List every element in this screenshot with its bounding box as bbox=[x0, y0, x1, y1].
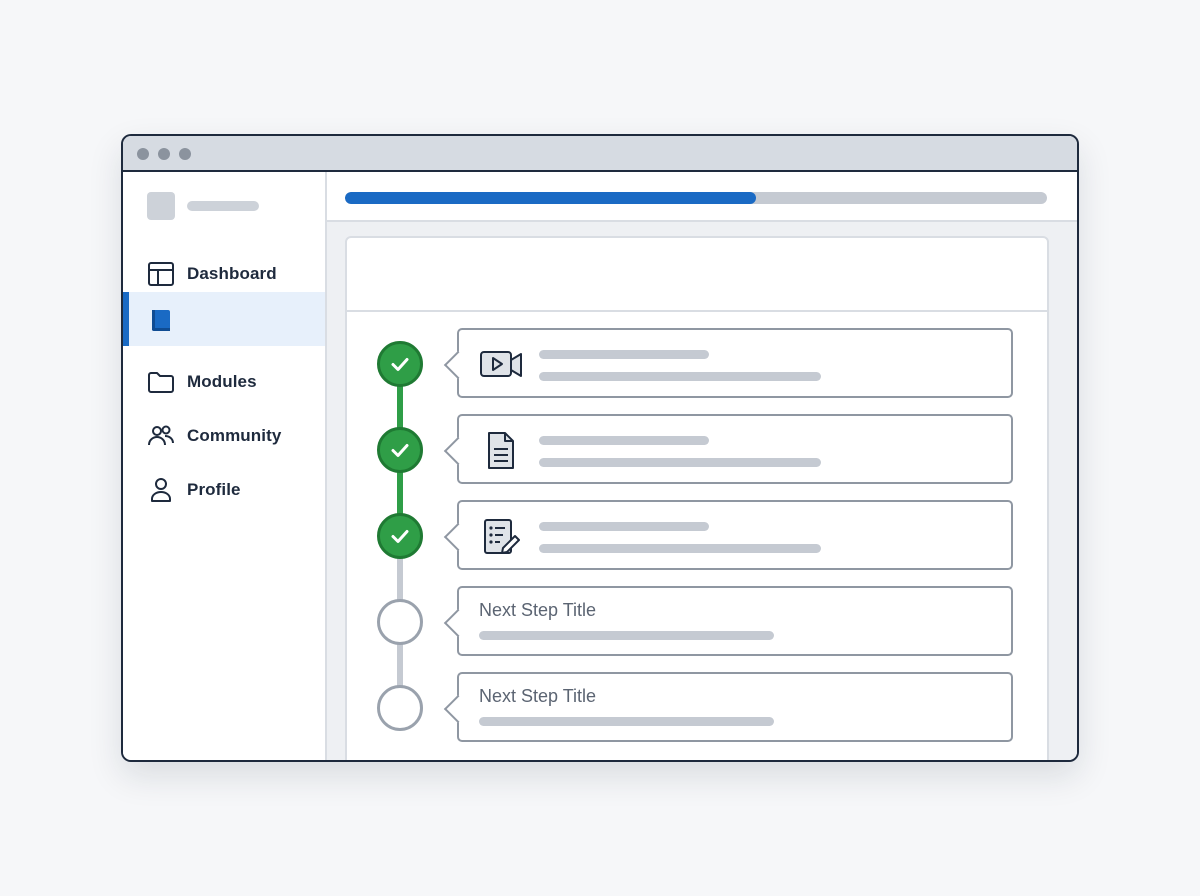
step-description-placeholder bbox=[479, 631, 774, 640]
step-card-document[interactable] bbox=[443, 414, 1013, 484]
step-status-completed bbox=[377, 427, 423, 473]
user-icon bbox=[151, 478, 171, 502]
checkmark-icon bbox=[391, 530, 409, 543]
step-title-placeholder bbox=[539, 350, 709, 359]
step-description-placeholder bbox=[539, 372, 821, 381]
step-title: Next Step Title bbox=[479, 600, 597, 620]
sidebar-item-modules[interactable]: Modules bbox=[123, 354, 325, 408]
step-title-placeholder bbox=[539, 522, 709, 531]
sidebar-item-profile[interactable]: Profile bbox=[123, 462, 325, 516]
course-progress-bar bbox=[345, 192, 1047, 204]
users-icon bbox=[148, 425, 174, 446]
step-status-pending bbox=[377, 599, 423, 645]
step-status-pending bbox=[377, 685, 423, 731]
checklist-edit-icon bbox=[484, 519, 520, 554]
step-description-placeholder bbox=[539, 458, 821, 467]
sidebar-item-label: Community bbox=[187, 426, 282, 445]
sidebar-item-courses[interactable] bbox=[123, 292, 325, 346]
step-title: Next Step Title bbox=[479, 686, 597, 706]
step-card-quiz[interactable] bbox=[443, 500, 1013, 570]
step-status-completed bbox=[377, 341, 423, 387]
window-maximize-control[interactable] bbox=[179, 148, 191, 160]
step-status-completed bbox=[377, 513, 423, 559]
window-titlebar bbox=[123, 136, 1077, 172]
video-camera-icon bbox=[480, 351, 522, 377]
document-icon bbox=[488, 432, 514, 469]
checkmark-icon bbox=[391, 444, 409, 457]
app-name-placeholder bbox=[187, 201, 259, 211]
step-title-placeholder bbox=[539, 436, 709, 445]
main-content: Next Step Title Next Step Title bbox=[327, 172, 1077, 760]
checkmark-icon bbox=[391, 358, 409, 371]
course-progress-fill bbox=[345, 192, 756, 204]
step-card-video[interactable] bbox=[443, 328, 1013, 398]
sidebar-item-community[interactable]: Community bbox=[123, 408, 325, 462]
book-icon bbox=[152, 310, 170, 332]
app-window: Dashboard Modules Community Profile Next… bbox=[121, 134, 1079, 762]
step-description-placeholder bbox=[539, 544, 821, 553]
layout-icon bbox=[148, 262, 174, 286]
progress-header bbox=[327, 172, 1077, 222]
steps-panel-header bbox=[347, 238, 1047, 312]
sidebar: Dashboard Modules Community Profile bbox=[123, 172, 327, 760]
sidebar-item-label: Modules bbox=[187, 372, 257, 391]
step-card-next-2[interactable]: Next Step Title bbox=[443, 672, 1013, 742]
step-card-next-1[interactable]: Next Step Title bbox=[443, 586, 1013, 656]
steps-panel: Next Step Title Next Step Title bbox=[345, 236, 1049, 760]
window-minimize-control[interactable] bbox=[158, 148, 170, 160]
app-logo-placeholder bbox=[147, 192, 175, 220]
sidebar-item-label: Dashboard bbox=[187, 264, 277, 283]
sidebar-item-label: Profile bbox=[187, 480, 241, 499]
step-description-placeholder bbox=[479, 717, 774, 726]
folder-icon bbox=[148, 372, 174, 393]
window-close-control[interactable] bbox=[137, 148, 149, 160]
